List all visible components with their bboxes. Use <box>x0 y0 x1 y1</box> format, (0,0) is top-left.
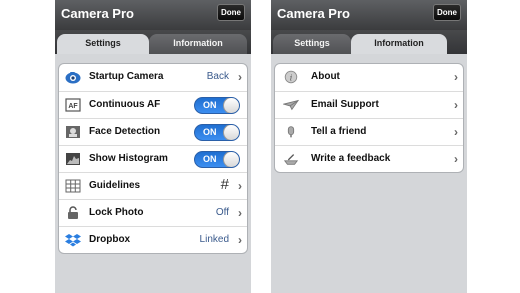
speaker-icon <box>283 125 301 139</box>
row-tell-a-friend[interactable]: Tell a friend › <box>275 118 463 145</box>
guidelines-grid-glyph: # <box>220 176 229 193</box>
chevron-right-icon: › <box>454 152 458 166</box>
face-detection-toggle[interactable]: ON <box>194 124 240 141</box>
show-histogram-toggle[interactable]: ON <box>194 151 240 168</box>
row-label: Dropbox <box>89 234 131 245</box>
done-button[interactable]: Done <box>217 4 245 21</box>
row-email-support[interactable]: Email Support › <box>275 91 463 118</box>
settings-screen: Camera Pro Done Settings Information Sta… <box>55 0 251 293</box>
row-guidelines[interactable]: Guidelines # › <box>59 172 247 199</box>
toggle-knob <box>223 152 239 167</box>
done-button[interactable]: Done <box>433 4 461 21</box>
row-face-detection: Face Detection ON <box>59 118 247 145</box>
row-continuous-af: AF Continuous AF ON <box>59 91 247 118</box>
svg-text:AF: AF <box>68 103 78 110</box>
toggle-state: ON <box>203 154 217 164</box>
row-label: Show Histogram <box>89 153 168 164</box>
row-write-feedback[interactable]: Write a feedback › <box>275 145 463 172</box>
chevron-right-icon: › <box>238 233 242 247</box>
tab-information[interactable]: Information <box>149 34 247 54</box>
app-title: Camera Pro <box>277 6 350 21</box>
row-dropbox[interactable]: Dropbox Linked › <box>59 226 247 253</box>
dropbox-icon <box>65 233 81 247</box>
row-value: Back <box>206 71 229 82</box>
tab-settings[interactable]: Settings <box>57 34 149 54</box>
histogram-icon <box>65 152 81 166</box>
row-lock-photo[interactable]: Lock Photo Off › <box>59 199 247 226</box>
row-label: Guidelines <box>89 180 141 191</box>
lock-icon <box>65 206 81 220</box>
chevron-right-icon: › <box>454 125 458 139</box>
chevron-right-icon: › <box>454 70 458 84</box>
information-list: i About › Email Support › Tell a friend … <box>274 63 464 173</box>
row-label: Tell a friend <box>311 126 367 137</box>
row-label: Startup Camera <box>89 71 164 82</box>
navigation-bar: Camera Pro Done <box>271 0 467 30</box>
tab-bar: Settings Information <box>55 30 251 54</box>
app-title: Camera Pro <box>61 6 134 21</box>
face-icon <box>65 125 81 139</box>
navigation-bar: Camera Pro Done <box>55 0 251 30</box>
chevron-right-icon: › <box>238 206 242 220</box>
toggle-state: ON <box>203 127 217 137</box>
camera-icon <box>65 70 81 84</box>
settings-list: Startup Camera Back › AF Continuous AF O… <box>58 63 248 254</box>
row-startup-camera[interactable]: Startup Camera Back › <box>59 64 247 91</box>
row-value: Off <box>215 207 229 218</box>
email-icon <box>283 98 301 112</box>
grid-icon <box>65 179 81 193</box>
row-label: Lock Photo <box>89 207 144 218</box>
toggle-knob <box>223 125 239 140</box>
toggle-state: ON <box>203 100 217 110</box>
svg-text:i: i <box>290 74 293 83</box>
row-label: Write a feedback <box>311 153 391 164</box>
information-screen: Camera Pro Done Settings Information i A… <box>271 0 467 293</box>
row-label: Face Detection <box>89 126 161 137</box>
info-icon: i <box>283 70 301 84</box>
chevron-right-icon: › <box>238 70 242 84</box>
row-about[interactable]: i About › <box>275 64 463 91</box>
row-label: Continuous AF <box>89 99 161 110</box>
row-label: About <box>311 71 340 82</box>
row-show-histogram: Show Histogram ON <box>59 145 247 172</box>
tab-settings[interactable]: Settings <box>273 34 351 54</box>
feedback-icon <box>283 152 301 166</box>
information-content: i About › Email Support › Tell a friend … <box>271 54 467 293</box>
chevron-right-icon: › <box>238 179 242 193</box>
toggle-knob <box>223 98 239 113</box>
continuous-af-toggle[interactable]: ON <box>194 97 240 114</box>
tab-bar: Settings Information <box>271 30 467 54</box>
tab-information[interactable]: Information <box>351 34 447 54</box>
settings-content: Startup Camera Back › AF Continuous AF O… <box>55 54 251 293</box>
row-label: Email Support <box>311 99 379 110</box>
row-value: Linked <box>199 234 229 245</box>
chevron-right-icon: › <box>454 98 458 112</box>
af-icon: AF <box>65 98 81 112</box>
